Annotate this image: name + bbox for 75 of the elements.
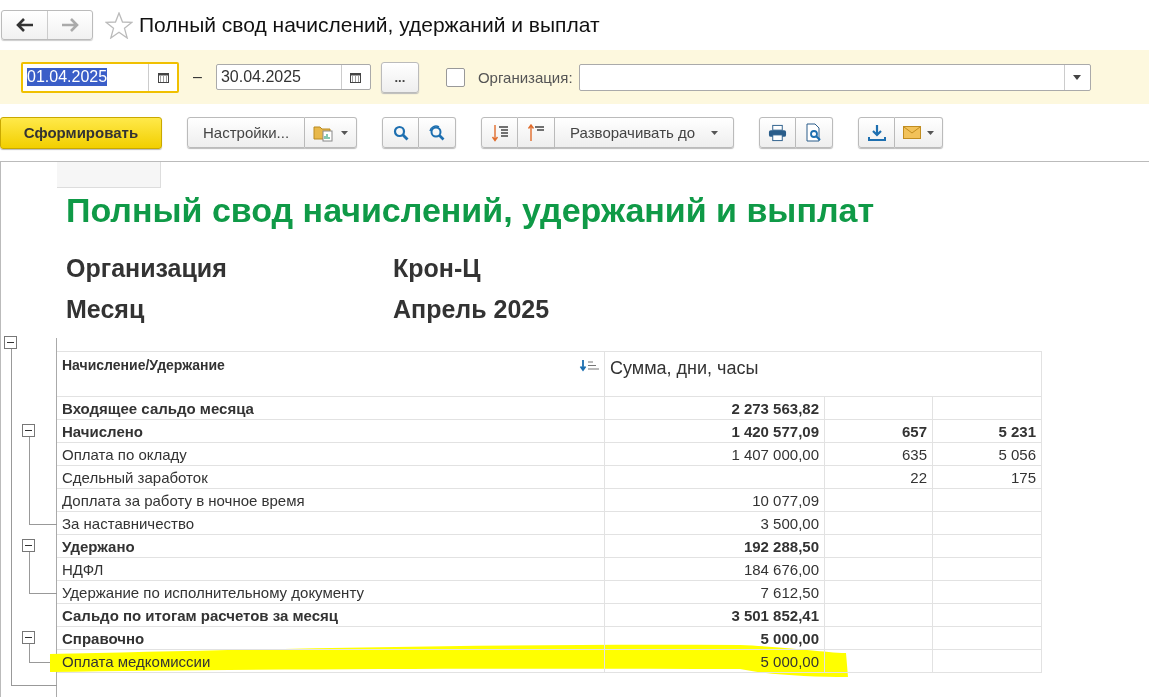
table-cell: Удержание по исполнительному документу: [57, 581, 605, 604]
envelope-icon: [903, 126, 922, 139]
table-cell: 1 407 000,00: [605, 443, 825, 466]
organization-label: Организация:: [477, 68, 573, 86]
parameter-value: Апрель 2025: [393, 295, 550, 324]
period-button[interactable]: ...: [380, 61, 419, 93]
arrow-right-icon: [61, 18, 79, 32]
caret-icon: [711, 130, 719, 135]
column-header: Сумма, дни, часы: [605, 351, 1042, 397]
table-cell: За наставничество: [57, 512, 605, 535]
table-cell: 7 612,50: [605, 581, 825, 604]
table-cell: 3 500,00: [605, 512, 825, 535]
collapse-toggle[interactable]: [22, 539, 35, 552]
table-cell: Доплата за работу в ночное время: [57, 489, 605, 512]
save-button[interactable]: [858, 117, 896, 148]
search-icon: [392, 124, 409, 141]
date-field[interactable]: 30.04.2025: [215, 64, 371, 90]
sort-down-icon: [490, 123, 509, 142]
collapse-toggle[interactable]: [22, 631, 35, 644]
parameter-label: Организация: [66, 254, 228, 283]
table-cell: Оплата по окладу: [57, 443, 605, 466]
collapse-all-button[interactable]: [518, 117, 556, 148]
preview-button[interactable]: [796, 117, 834, 148]
table-cell: 22: [825, 466, 933, 489]
collapse-toggle[interactable]: [4, 336, 17, 349]
find-next-button[interactable]: [419, 117, 457, 148]
table-cell: 2 273 563,82: [605, 397, 825, 420]
star-icon[interactable]: [105, 11, 133, 39]
range-dash: –: [193, 68, 202, 86]
search-button[interactable]: [382, 117, 420, 148]
table-cell: Начислено: [57, 420, 605, 443]
table-cell: 1 420 577,09: [605, 420, 825, 443]
calendar-icon[interactable]: [157, 71, 169, 83]
generate-button[interactable]: Сформировать: [0, 116, 162, 149]
caret-icon: [341, 130, 349, 135]
table-cell: Входящее сальдо месяца: [57, 397, 605, 420]
parameter-value: Крон-Ц: [393, 254, 481, 283]
column-header: Начисление/Удержание: [62, 357, 225, 373]
sort-up-icon: [527, 123, 546, 142]
table-cell: 175: [933, 466, 1042, 489]
expand-all-button[interactable]: [481, 117, 519, 148]
caret-icon: [927, 130, 935, 135]
table-cell: 184 676,00: [605, 558, 825, 581]
table-cell: НДФЛ: [57, 558, 605, 581]
table-cell: 3 501 852,41: [605, 604, 825, 627]
settings-button[interactable]: Настройки...: [187, 117, 306, 148]
table-cell: 5 231: [933, 420, 1042, 443]
arrow-left-icon: [15, 18, 34, 32]
search-repeat-icon: [428, 124, 447, 141]
table-cell: Удержано: [57, 535, 605, 558]
report-title: Полный свод начислений, удержаний и выплат: [66, 191, 875, 230]
window-title: Полный свод начислений, удержаний и выплат: [139, 13, 600, 37]
table-cell: 5 000,00: [605, 650, 825, 673]
send-button[interactable]: [895, 117, 944, 148]
collapse-toggle[interactable]: [22, 424, 35, 437]
table-cell: 5 056: [933, 443, 1042, 466]
expand-to-button[interactable]: Разворачивать до: [555, 117, 735, 148]
table-cell: 10 077,09: [605, 489, 825, 512]
table-cell: Сдельный заработок: [57, 466, 605, 489]
calendar-icon[interactable]: [350, 71, 362, 83]
table-cell: Сальдо по итогам расчетов за месяц: [57, 604, 605, 627]
date-field[interactable]: 01.04.2025: [21, 61, 179, 93]
folder-icon: [313, 123, 336, 142]
printer-icon: [768, 123, 788, 142]
table-cell: 635: [825, 443, 933, 466]
dropdown-icon[interactable]: [1073, 74, 1082, 80]
print-button[interactable]: [759, 117, 797, 148]
parameter-label: Месяц: [66, 295, 146, 324]
organization-checkbox[interactable]: [445, 67, 465, 87]
table-cell: 657: [825, 420, 933, 443]
organization-field[interactable]: [578, 63, 1091, 91]
table-cell: 192 288,50: [605, 535, 825, 558]
table-cell: Оплата медкомиссии: [57, 650, 605, 673]
download-icon: [867, 123, 886, 142]
sort-icon[interactable]: [579, 359, 599, 372]
